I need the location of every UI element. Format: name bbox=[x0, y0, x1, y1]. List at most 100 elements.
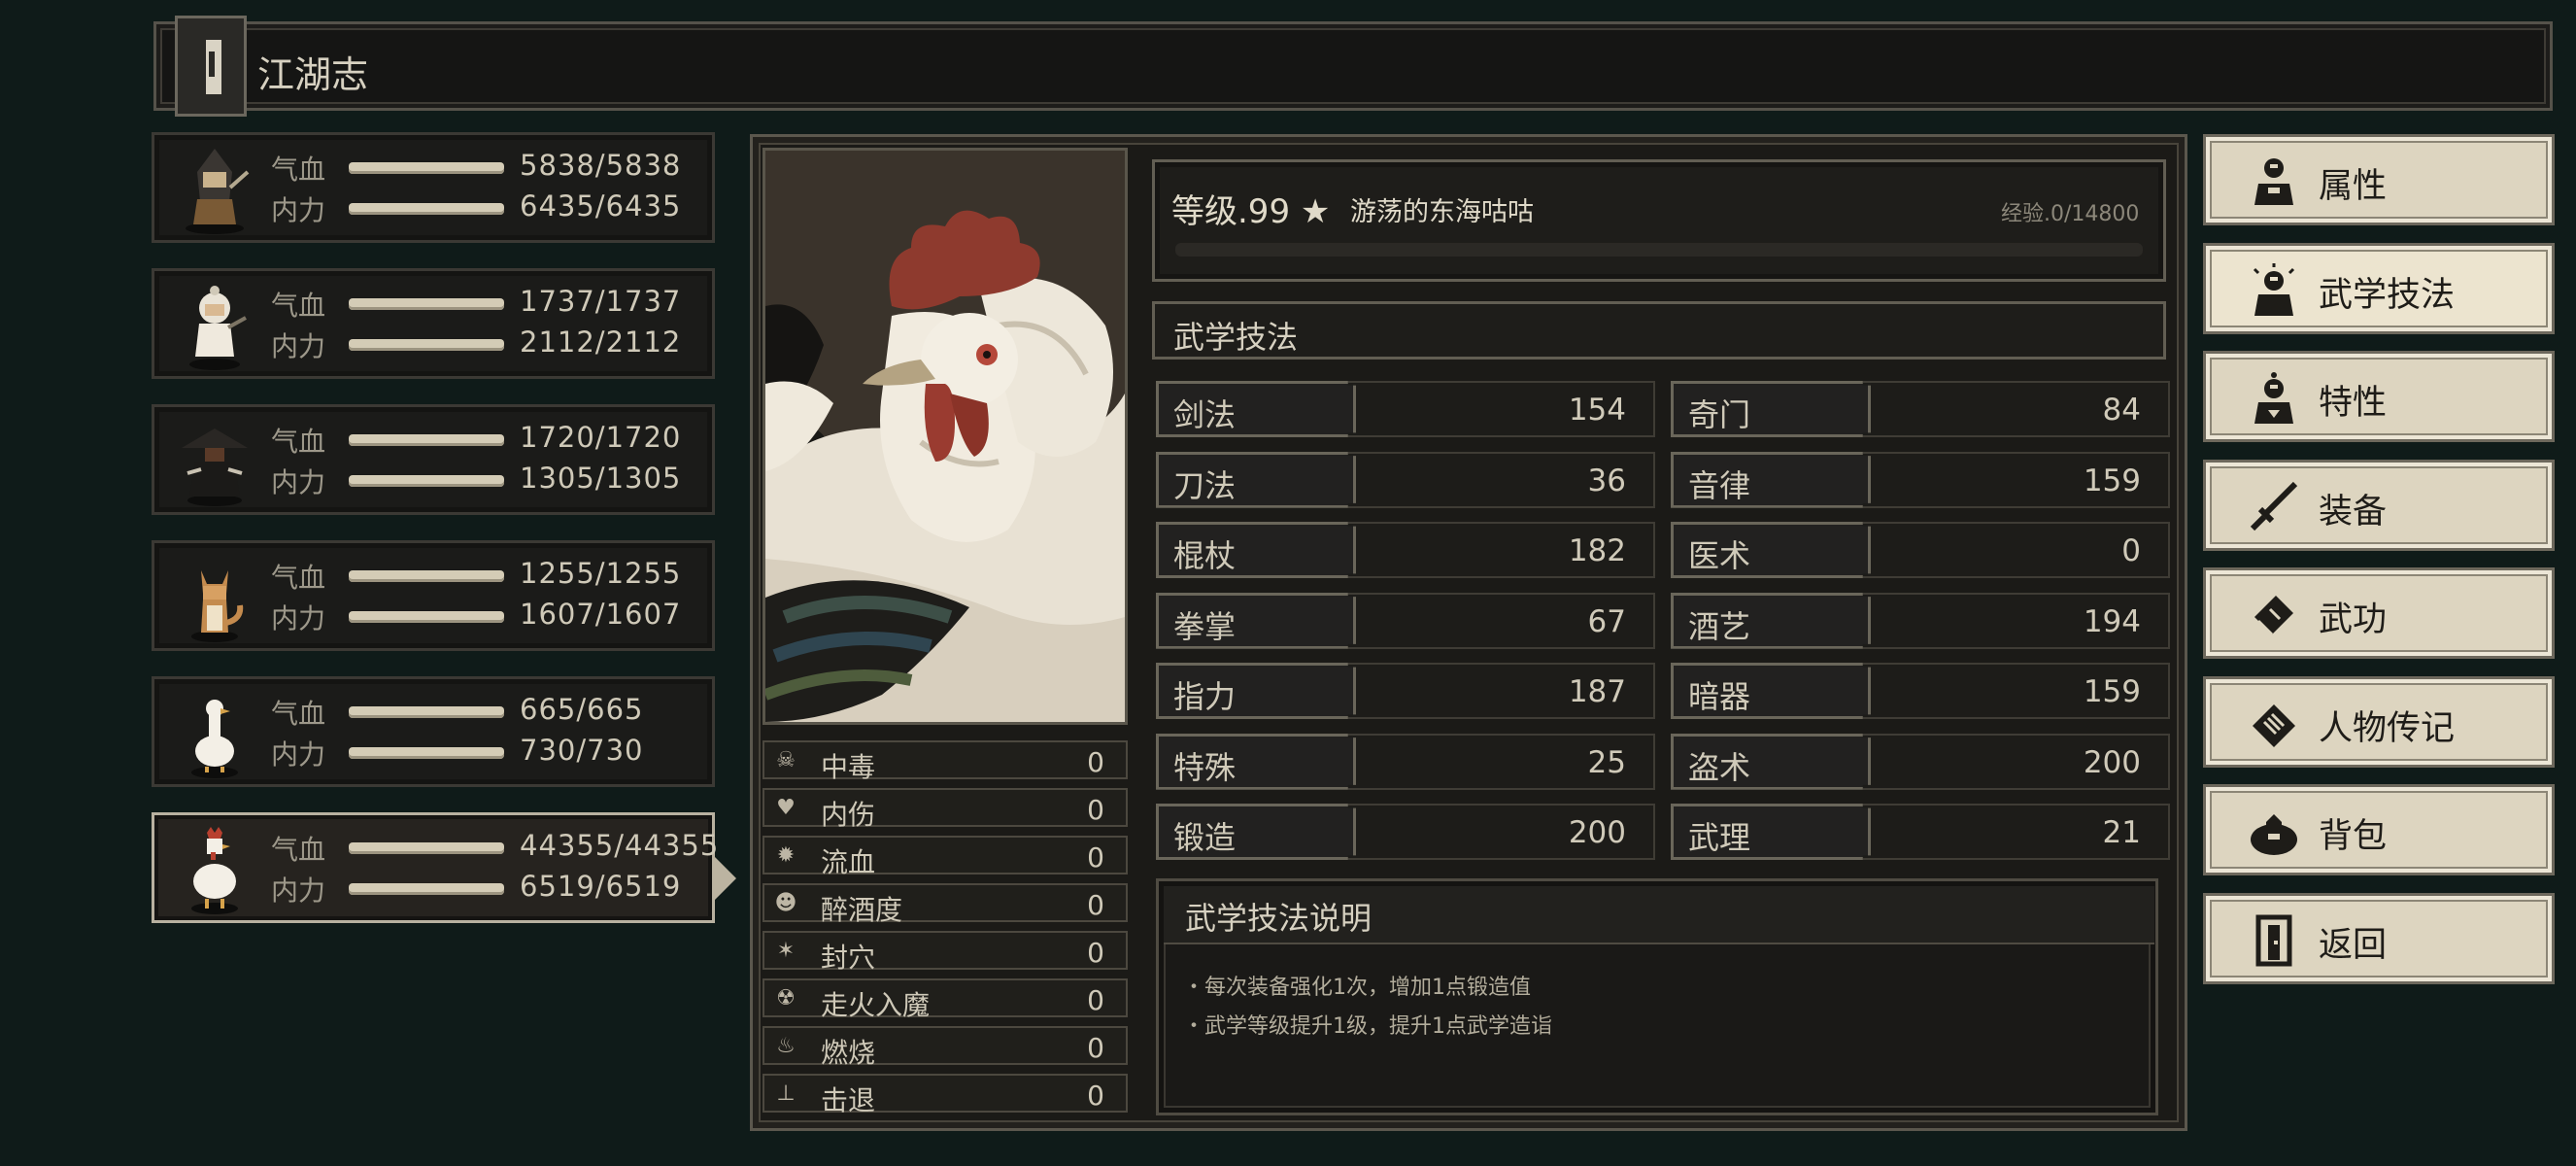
menu-label: 背包 bbox=[2319, 817, 2388, 856]
menu-label: 人物传记 bbox=[2319, 708, 2456, 748]
party-member-card[interactable]: 气血 44355/44355 内力 6519/6519 bbox=[152, 812, 718, 923]
skill-cell[interactable]: 刀法 36 bbox=[1156, 451, 1655, 508]
page-title: 江湖志 bbox=[257, 53, 369, 96]
status-icon: ♥ bbox=[776, 796, 796, 820]
skill-name: 剑法 bbox=[1173, 396, 1237, 433]
skill-value: 84 bbox=[2102, 393, 2141, 428]
status-value: 0 bbox=[1087, 841, 1104, 874]
menu-button-equipment[interactable]: 装备 bbox=[2203, 459, 2555, 551]
experience-text: 经验.0/14800 bbox=[2001, 202, 2140, 226]
menu-button-martial-techniques[interactable]: 武学技法 bbox=[2203, 242, 2555, 334]
sword-icon bbox=[2247, 480, 2301, 534]
party-member-card[interactable]: 气血 1255/1255 内力 1607/1607 bbox=[152, 540, 715, 651]
skill-value: 36 bbox=[1587, 463, 1626, 498]
skill-value: 159 bbox=[2083, 463, 2141, 498]
mp-value: 730/730 bbox=[520, 734, 644, 767]
level-text: 等级.99 ★ bbox=[1171, 185, 1330, 232]
title-bar bbox=[153, 21, 2553, 111]
skill-cell[interactable]: 拳掌 67 bbox=[1156, 592, 1655, 649]
skill-cell[interactable]: 盗术 200 bbox=[1671, 733, 2170, 790]
skill-cell[interactable]: 奇门 84 bbox=[1671, 381, 2170, 437]
skill-cell[interactable]: 酒艺 194 bbox=[1671, 592, 2170, 649]
status-value: 0 bbox=[1087, 889, 1104, 921]
description-title: 武学技法说明 bbox=[1185, 900, 1373, 937]
skill-cell[interactable]: 暗器 159 bbox=[1671, 663, 2170, 719]
character-portrait bbox=[763, 148, 1128, 725]
status-value: 0 bbox=[1087, 937, 1104, 969]
scroll-icon bbox=[2247, 697, 2301, 751]
rooster-portrait-image bbox=[763, 151, 1125, 722]
star-icon: ★ bbox=[1300, 192, 1331, 231]
menu-button-traits[interactable]: 特性 bbox=[2203, 351, 2555, 442]
party-member-avatar bbox=[168, 551, 261, 644]
skill-cell[interactable]: 棍杖 182 bbox=[1156, 522, 1655, 578]
status-icon: ☻ bbox=[774, 891, 797, 915]
mp-label: 内力 bbox=[271, 602, 326, 634]
menu-label: 武学技法 bbox=[2319, 275, 2456, 315]
skill-value: 159 bbox=[2083, 674, 2141, 709]
skill-name: 指力 bbox=[1173, 678, 1237, 715]
skill-name: 医术 bbox=[1688, 537, 1751, 574]
skill-value: 200 bbox=[2083, 744, 2141, 780]
skill-name: 武理 bbox=[1688, 819, 1751, 856]
mp-value: 2112/2112 bbox=[520, 326, 682, 359]
journal-book-icon bbox=[175, 16, 247, 117]
skill-name: 暗器 bbox=[1688, 678, 1751, 715]
skill-cell[interactable]: 音律 159 bbox=[1671, 451, 2170, 508]
mp-bar bbox=[349, 883, 504, 895]
hp-value: 44355/44355 bbox=[520, 829, 720, 862]
party-member-card[interactable]: 气血 5838/5838 内力 6435/6435 bbox=[152, 132, 715, 243]
skill-cell[interactable]: 指力 187 bbox=[1156, 663, 1655, 719]
status-row: ✶ 封穴 0 bbox=[763, 931, 1128, 974]
skill-value: 200 bbox=[1568, 815, 1626, 850]
menu-button-back[interactable]: 返回 bbox=[2203, 892, 2555, 984]
party-member-card[interactable]: 气血 665/665 内力 730/730 bbox=[152, 676, 715, 787]
party-member-card[interactable]: 气血 1737/1737 内力 2112/2112 bbox=[152, 268, 715, 379]
hp-bar bbox=[349, 842, 504, 854]
status-value: 0 bbox=[1087, 794, 1104, 826]
menu-button-attributes[interactable]: 属性 bbox=[2203, 134, 2555, 225]
person-trait-icon bbox=[2247, 371, 2301, 426]
party-member-avatar bbox=[168, 279, 261, 372]
party-member-avatar bbox=[168, 415, 261, 508]
status-value: 0 bbox=[1087, 746, 1104, 778]
menu-button-biography[interactable]: 人物传记 bbox=[2203, 675, 2555, 768]
selected-pointer-icon bbox=[713, 855, 736, 902]
menu-button-martial-arts[interactable]: 武功 bbox=[2203, 567, 2555, 659]
status-icon: ✶ bbox=[776, 939, 796, 963]
status-label: 击退 bbox=[821, 1084, 876, 1116]
hp-label: 气血 bbox=[271, 698, 326, 730]
skill-cell[interactable]: 武理 21 bbox=[1671, 804, 2170, 860]
status-row: ☢ 走火入魔 0 bbox=[763, 978, 1128, 1021]
menu-label: 装备 bbox=[2319, 492, 2388, 532]
skill-name: 特殊 bbox=[1173, 748, 1237, 786]
hp-label: 气血 bbox=[271, 426, 326, 458]
hp-value: 1255/1255 bbox=[520, 557, 682, 590]
description-line: ・武学等级提升1级，提升1点武学造诣 bbox=[1183, 1014, 1552, 1039]
skill-cell[interactable]: 锻造 200 bbox=[1156, 804, 1655, 860]
skill-cell[interactable]: 特殊 25 bbox=[1156, 733, 1655, 790]
status-row: ☻ 醉酒度 0 bbox=[763, 883, 1128, 926]
mp-bar bbox=[349, 611, 504, 623]
mp-label: 内力 bbox=[271, 194, 326, 226]
mp-label: 内力 bbox=[271, 738, 326, 771]
party-member-card[interactable]: 气血 1720/1720 内力 1305/1305 bbox=[152, 404, 715, 515]
status-row: ♨ 燃烧 0 bbox=[763, 1026, 1128, 1069]
level-value: 等级.99 bbox=[1171, 192, 1291, 231]
person-sparkle-icon bbox=[2247, 262, 2301, 318]
status-label: 中毒 bbox=[821, 751, 876, 783]
mp-value: 1305/1305 bbox=[520, 462, 682, 495]
status-row: ☠ 中毒 0 bbox=[763, 740, 1128, 783]
mp-label: 内力 bbox=[271, 874, 326, 907]
party-member-avatar bbox=[168, 687, 261, 780]
skill-value: 67 bbox=[1587, 603, 1626, 639]
hp-bar bbox=[349, 298, 504, 310]
hp-bar bbox=[349, 570, 504, 582]
menu-button-inventory[interactable]: 背包 bbox=[2203, 784, 2555, 875]
skill-cell[interactable]: 剑法 154 bbox=[1156, 381, 1655, 437]
skill-cell[interactable]: 医术 0 bbox=[1671, 522, 2170, 578]
hp-bar bbox=[349, 434, 504, 446]
hp-value: 1720/1720 bbox=[520, 421, 682, 454]
mp-bar bbox=[349, 475, 504, 487]
hp-bar bbox=[349, 706, 504, 718]
